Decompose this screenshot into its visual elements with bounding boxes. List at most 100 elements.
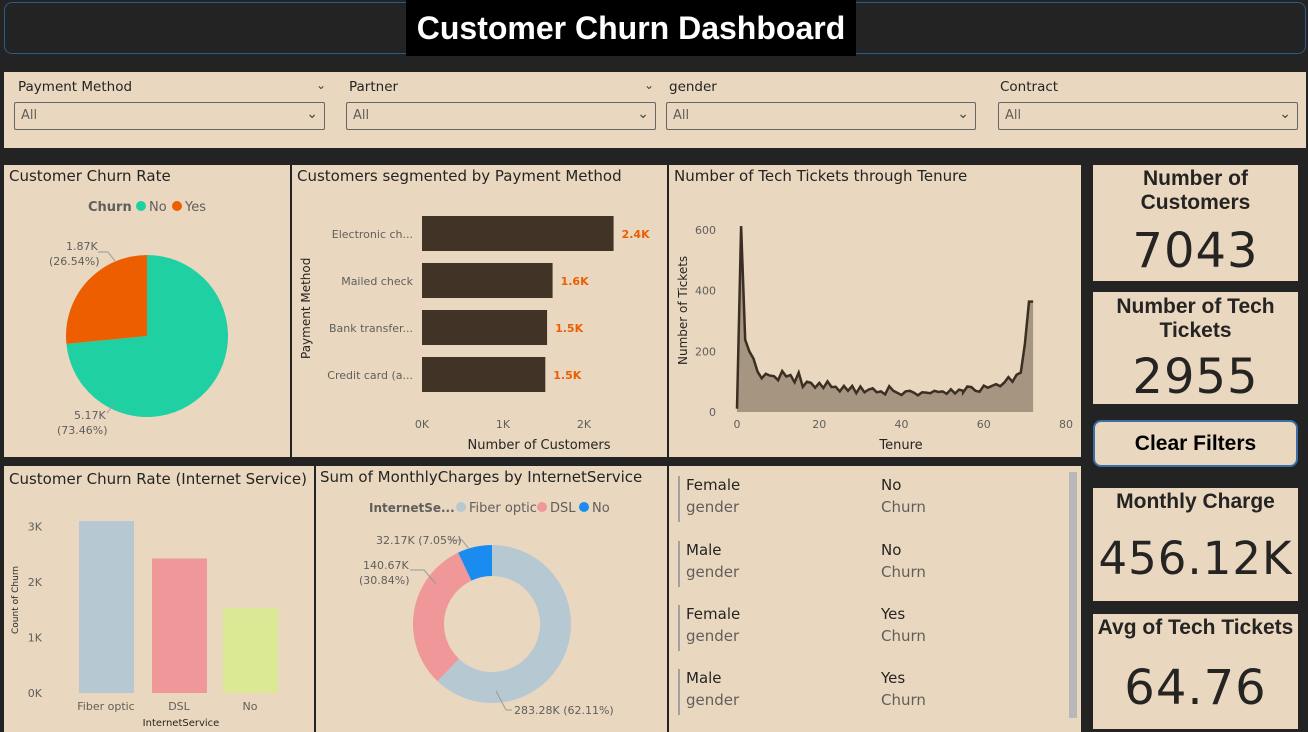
slicer-contract: Contract All ⌄ xyxy=(988,72,1306,148)
kpi-value: 2955 xyxy=(1132,349,1259,405)
kpi-avg-tickets: Avg of Tech Tickets 64.76 xyxy=(1093,614,1298,729)
legend-title: InternetSe... xyxy=(369,501,455,515)
donut-slice-dsl xyxy=(413,552,472,682)
data-label-no: 5.17K xyxy=(74,409,106,422)
partner-dropdown[interactable]: All ⌄ xyxy=(346,102,656,130)
y-tick-label: 600 xyxy=(695,224,716,237)
internet-bar xyxy=(152,558,207,693)
legend-fiber-label: Fiber optic xyxy=(469,501,537,516)
card-gender-value: Female xyxy=(686,605,741,623)
legend-no-marker xyxy=(579,502,589,512)
legend-yes-marker xyxy=(172,201,182,211)
chevron-down-icon[interactable]: ⌄ xyxy=(316,78,326,92)
data-label-fiber: 283.28K (62.11%) xyxy=(514,704,614,717)
monthly-donut-chart: InternetSe... Fiber optic DSL No 32.17K … xyxy=(359,501,614,717)
pie-slice-yes xyxy=(66,255,147,344)
y-tick-label: Bank transfer... xyxy=(329,322,413,335)
slicer-gender: gender All ⌄ xyxy=(656,72,986,148)
x-tick-label: 80 xyxy=(1059,418,1073,431)
y-axis-title: Payment Method xyxy=(299,258,313,359)
chevron-down-icon: ⌄ xyxy=(1279,106,1291,122)
legend-no-label: No xyxy=(149,200,167,215)
y-tick-label: 0 xyxy=(709,406,716,419)
monthly-charges-visual[interactable]: Sum of MonthlyCharges by InternetService… xyxy=(316,466,667,732)
legend-dsl-label: DSL xyxy=(550,501,576,516)
kpi-value: 456.12K xyxy=(1098,532,1293,585)
kpi-title: Number of Customers xyxy=(1140,167,1251,214)
slicer-label: Partner xyxy=(349,79,399,95)
churn-rate-visual[interactable]: Customer Churn Rate Churn No Yes 1.87K (… xyxy=(4,165,290,457)
legend-dsl-marker xyxy=(537,502,547,512)
kpi-monthly-charge: Monthly Charge 456.12K xyxy=(1093,488,1298,601)
data-label-yes-pct: (26.54%) xyxy=(49,255,100,268)
card-accent xyxy=(678,476,680,522)
x-tick-label: 1K xyxy=(496,418,511,431)
slicer-label: Contract xyxy=(1000,79,1059,95)
card-accent xyxy=(678,669,680,715)
payment-method-visual[interactable]: Customers segmented by Payment Method Pa… xyxy=(292,165,667,457)
internet-bar xyxy=(79,521,134,693)
card-churn-value: Yes xyxy=(881,669,906,687)
x-axis-title: InternetService xyxy=(143,718,220,729)
tickets-area-fill xyxy=(737,226,1034,412)
chevron-down-icon: ⌄ xyxy=(957,106,969,122)
payment-bar xyxy=(422,310,548,345)
card-churn-label: Churn xyxy=(881,498,926,516)
scrollbar[interactable] xyxy=(1069,472,1077,718)
gender-dropdown[interactable]: All ⌄ xyxy=(666,102,976,130)
x-tick-label: 60 xyxy=(977,418,991,431)
x-tick-label: 2K xyxy=(577,418,592,431)
leader-line xyxy=(98,251,116,262)
card-row: Male gender No Churn xyxy=(678,541,1058,589)
kpi-value: 7043 xyxy=(1132,223,1259,279)
x-axis-title: Number of Customers xyxy=(468,438,611,453)
x-tick-label: 0K xyxy=(415,418,430,431)
internet-bar xyxy=(223,608,278,693)
legend-no-marker xyxy=(136,201,146,211)
tickets-tenure-visual[interactable]: Number of Tech Tickets through Tenure Nu… xyxy=(669,165,1081,457)
card-gender-value: Male xyxy=(686,541,722,559)
payment-bar xyxy=(422,357,546,392)
x-tick-label: No xyxy=(243,700,258,713)
slicer-label: Payment Method xyxy=(18,79,133,95)
y-tick-label: Electronic ch... xyxy=(332,228,413,241)
data-label-dsl-pct: (30.84%) xyxy=(359,574,410,587)
kpi-title: Monthly Charge xyxy=(1116,490,1275,513)
legend-title: Churn xyxy=(88,200,132,215)
contract-dropdown[interactable]: All ⌄ xyxy=(998,102,1298,130)
slicer-label: gender xyxy=(669,79,717,95)
x-tick-label: DSL xyxy=(168,700,190,713)
dropdown-value: All xyxy=(673,108,690,123)
y-tick-label: Mailed check xyxy=(341,275,413,288)
card-gender-label: gender xyxy=(686,691,740,709)
y-tick-label: 400 xyxy=(695,285,716,298)
card-churn-label: Churn xyxy=(881,627,926,645)
dropdown-value: All xyxy=(1005,108,1022,123)
page-title: Customer Churn Dashboard xyxy=(406,0,856,56)
data-label-dsl: 140.67K xyxy=(363,559,409,572)
payment-method-dropdown[interactable]: All ⌄ xyxy=(14,102,325,130)
chevron-down-icon[interactable]: ⌄ xyxy=(644,78,654,92)
data-label-yes: 1.87K xyxy=(66,240,98,253)
card-gender-label: gender xyxy=(686,498,740,516)
legend-yes-label: Yes xyxy=(184,200,206,215)
kpi-title: Number of Tech Tickets xyxy=(1116,295,1275,342)
card-churn-value: Yes xyxy=(881,605,906,623)
data-label: 1.5K xyxy=(555,322,583,335)
card-row: Male gender Yes Churn xyxy=(678,669,1058,717)
x-tick-label: Fiber optic xyxy=(77,700,134,713)
tickets-area-chart: Number of Tickets Tenure 0 20 40 60 80 0 200 40… xyxy=(676,224,1073,453)
data-label: 1.6K xyxy=(561,275,589,288)
internet-churn-visual[interactable]: Customer Churn Rate (Internet Service) C… xyxy=(4,466,314,732)
clear-filters-button[interactable]: Clear Filters xyxy=(1093,420,1298,467)
x-tick-label: 0 xyxy=(734,418,741,431)
x-tick-label: 20 xyxy=(812,418,826,431)
churn-pie-chart: Churn No Yes 1.87K (26.54%) 5.17K (73.46… xyxy=(49,200,228,437)
data-label: 2.4K xyxy=(622,228,650,241)
y-tick-label: 0K xyxy=(28,687,43,700)
x-tick-label: 40 xyxy=(895,418,909,431)
payment-bar-chart: Payment Method Number of Customers 0K 1K 2… xyxy=(299,216,650,453)
card-churn-value: No xyxy=(881,476,902,494)
legend-no-label: No xyxy=(592,501,610,516)
x-axis-title: Tenure xyxy=(878,438,922,453)
